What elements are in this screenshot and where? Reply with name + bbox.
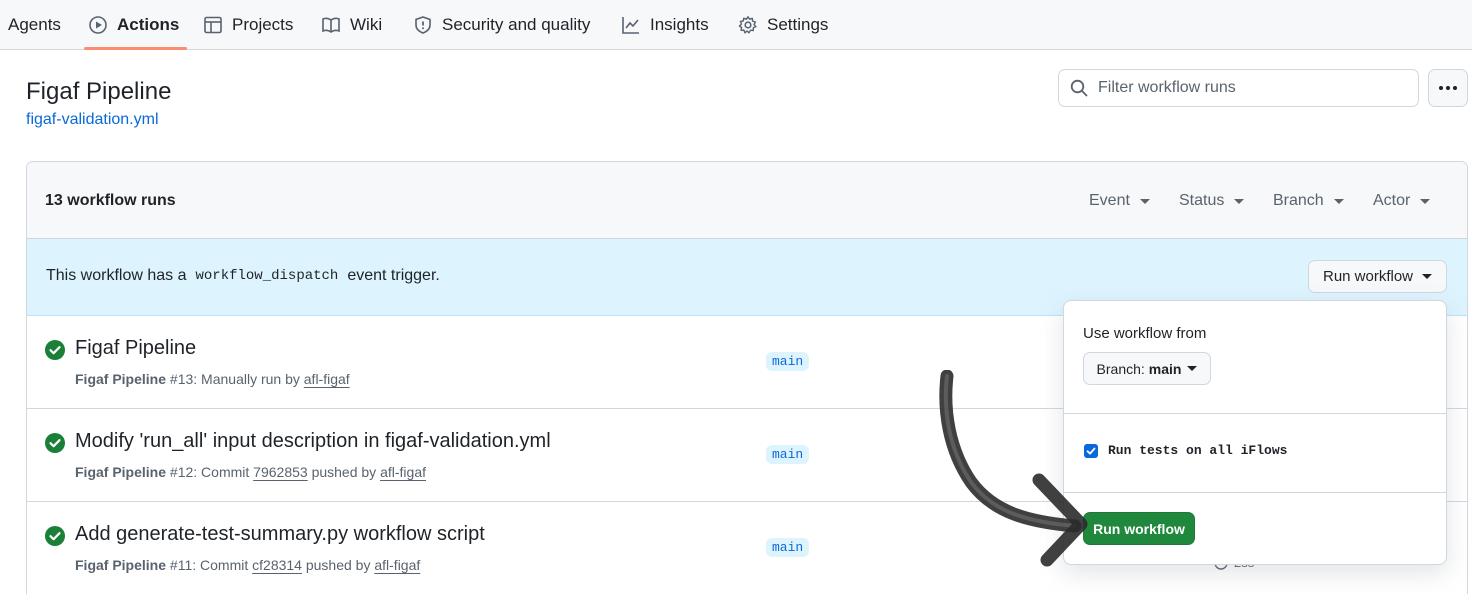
check-circle-icon — [45, 526, 65, 546]
play-icon — [88, 15, 108, 35]
shield-icon — [413, 15, 433, 35]
status-filter-label: Status — [1179, 192, 1225, 209]
banner-text-after: event trigger. — [347, 267, 440, 284]
tab-insights[interactable]: Insights — [621, 0, 709, 50]
more-options-button[interactable] — [1428, 69, 1468, 107]
check-circle-icon — [45, 433, 65, 453]
run-meta: Figaf Pipeline #12: Commit 7962853 pushe… — [75, 464, 426, 480]
run-title[interactable]: Modify 'run_all' input description in fi… — [75, 430, 551, 453]
run-actor-link[interactable]: afl-figaf — [380, 464, 426, 480]
caret-down-icon — [1420, 198, 1431, 204]
tab-projects[interactable]: Projects — [203, 0, 293, 50]
actor-filter-label: Actor — [1373, 192, 1411, 209]
event-filter-label: Event — [1089, 192, 1130, 209]
workflow-file-link[interactable]: figaf-validation.yml — [26, 111, 159, 129]
branch-filter-label: Branch — [1273, 192, 1324, 209]
filter-field[interactable] — [1058, 69, 1419, 107]
run-description-after: pushed by — [305, 557, 371, 573]
tab-security-label: Security and quality — [442, 15, 591, 34]
run-commit-link[interactable]: 7962853 — [253, 464, 308, 480]
run-workflow-dropdown-label: Run workflow — [1322, 268, 1414, 285]
run-actor-link[interactable]: afl-figaf — [304, 371, 350, 387]
tab-security[interactable]: Security and quality — [413, 0, 590, 50]
run-workflow-name: Figaf Pipeline — [75, 464, 167, 480]
tab-settings-label: Settings — [767, 15, 829, 34]
caret-down-icon — [1187, 366, 1198, 371]
caret-down-icon — [1333, 198, 1344, 204]
run-all-checkbox-label: Run tests on all iFlows — [1108, 443, 1288, 458]
actor-filter-dropdown[interactable]: Actor — [1373, 192, 1431, 210]
check-circle-icon — [45, 340, 65, 360]
run-description: Commit — [201, 464, 250, 480]
caret-down-icon — [1139, 198, 1150, 204]
search-icon — [1070, 79, 1088, 97]
tab-agents[interactable]: Agents — [8, 0, 61, 50]
run-count: 13 workflow runs — [45, 192, 176, 209]
run-workflow-name: Figaf Pipeline — [75, 557, 167, 573]
run-workflow-name: Figaf Pipeline — [75, 371, 167, 387]
tab-actions[interactable]: Actions — [83, 0, 188, 50]
run-workflow-menu: Use workflow from Branch: main Run tests… — [1063, 300, 1447, 565]
banner-code: workflow_dispatch — [195, 268, 339, 284]
use-workflow-from-label: Use workflow from — [1083, 325, 1207, 342]
kebab-icon — [1438, 85, 1458, 91]
graph-icon — [621, 15, 641, 35]
run-title[interactable]: Add generate-test-summary.py workflow sc… — [75, 523, 485, 546]
banner-text: This workflow has a workflow_dispatch ev… — [46, 267, 440, 285]
run-commit-link[interactable]: cf28314 — [252, 557, 302, 573]
run-all-option[interactable]: Run tests on all iFlows — [1084, 443, 1287, 458]
repo-nav: Agents Actions Projects Wiki Security an… — [0, 0, 1472, 50]
run-workflow-submit-button[interactable]: Run workflow — [1083, 512, 1195, 545]
runs-box-header: 13 workflow runs Event Status Branch Act… — [27, 162, 1467, 239]
branch-label[interactable]: main — [766, 445, 810, 464]
branch-label[interactable]: main — [766, 538, 810, 557]
run-description: Manually run by — [201, 371, 300, 387]
run-title[interactable]: Figaf Pipeline — [75, 337, 196, 360]
event-filter-dropdown[interactable]: Event — [1089, 192, 1150, 210]
status-filter-dropdown[interactable]: Status — [1179, 192, 1245, 210]
caret-down-icon — [1234, 198, 1245, 204]
tab-agents-label: Agents — [8, 15, 61, 34]
run-number: #12: — [169, 464, 198, 480]
table-icon — [203, 15, 223, 35]
filter-input[interactable] — [1098, 79, 1398, 97]
run-description-after: pushed by — [311, 464, 377, 480]
tab-settings[interactable]: Settings — [738, 0, 828, 50]
branch-select-value: main — [1148, 360, 1182, 377]
tab-insights-label: Insights — [650, 15, 709, 34]
divider — [1064, 492, 1446, 493]
run-description: Commit — [200, 557, 249, 573]
run-meta: Figaf Pipeline #13: Manually run by afl-… — [75, 371, 350, 387]
branch-select-prefix: Branch: — [1096, 360, 1145, 377]
tab-actions-label: Actions — [117, 15, 180, 34]
divider — [1064, 413, 1446, 414]
run-actor-link[interactable]: afl-figaf — [374, 557, 420, 573]
run-number: #11: — [169, 557, 197, 573]
branch-select-button[interactable]: Branch: main — [1083, 352, 1211, 385]
run-number: #13: — [169, 371, 198, 387]
tab-wiki[interactable]: Wiki — [321, 0, 382, 50]
tab-projects-label: Projects — [232, 15, 294, 34]
run-all-checkbox[interactable] — [1084, 443, 1098, 458]
caret-down-icon — [1422, 274, 1433, 279]
gear-icon — [738, 15, 758, 35]
run-workflow-dropdown-button[interactable]: Run workflow — [1308, 260, 1447, 293]
banner-text-before: This workflow has a — [46, 267, 187, 284]
run-meta: Figaf Pipeline #11: Commit cf28314 pushe… — [75, 557, 420, 573]
tab-wiki-label: Wiki — [350, 15, 383, 34]
branch-filter-dropdown[interactable]: Branch — [1273, 192, 1344, 210]
page-title: Figaf Pipeline — [26, 78, 172, 105]
book-icon — [321, 15, 341, 35]
branch-label[interactable]: main — [766, 352, 810, 371]
